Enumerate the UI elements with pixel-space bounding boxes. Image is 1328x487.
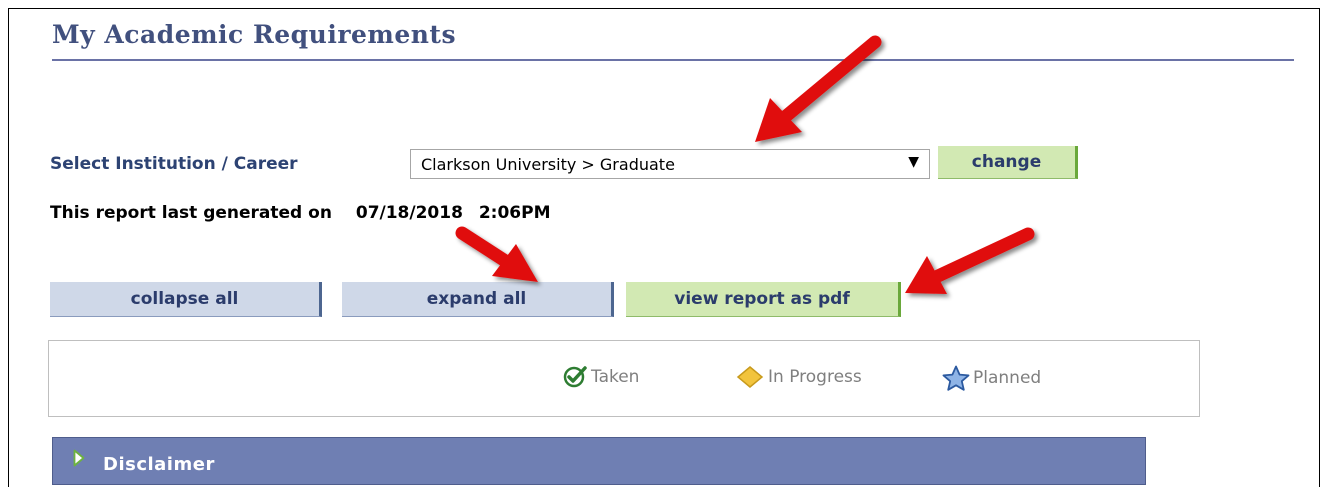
legend-in-progress: In Progress [736,365,862,389]
legend-planned: Planned [941,365,1041,391]
report-time: 2:06PM [478,203,551,223]
institution-career-label: Select Institution / Career [50,154,298,174]
disclaimer-section-header[interactable]: Disclaimer [52,437,1146,485]
legend-taken: Taken [563,365,639,389]
page-title: My Academic Requirements [52,20,457,49]
report-generated-line: This report last generated on 07/18/2018… [50,203,551,223]
career-select-value: Clarkson University > Graduate [421,155,675,174]
dropdown-caret-icon: ▼ [908,154,919,170]
collapse-all-button[interactable]: collapse all [50,282,322,317]
report-generated-label: This report last generated on [50,203,332,223]
expand-all-button[interactable]: expand all [342,282,614,317]
title-divider [52,59,1294,61]
report-date: 07/18/2018 [355,203,463,223]
view-report-pdf-button[interactable]: view report as pdf [626,282,901,317]
institution-career-select[interactable]: Clarkson University > Graduate ▼ [410,149,930,179]
expand-triangle-icon [73,449,85,467]
legend-taken-label: Taken [591,367,640,387]
in-progress-diamond-icon [736,366,764,388]
change-button[interactable]: change [938,146,1078,179]
taken-check-icon [563,366,587,388]
planned-star-icon [942,365,970,391]
legend-planned-label: Planned [973,368,1042,388]
legend-in-progress-label: In Progress [768,367,862,387]
disclaimer-label: Disclaimer [103,454,215,475]
